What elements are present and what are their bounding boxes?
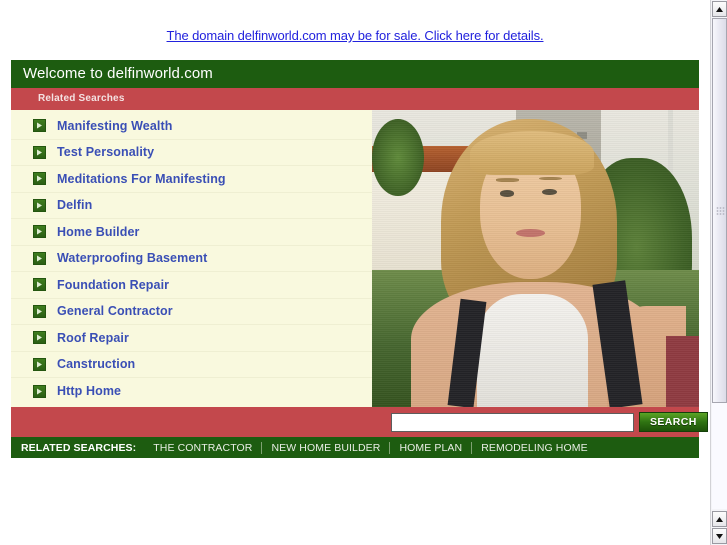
list-item[interactable]: Roof Repair	[11, 325, 372, 352]
arrow-right-icon	[33, 145, 46, 159]
arrow-right-icon	[33, 198, 46, 212]
list-item[interactable]: Home Builder	[11, 219, 372, 246]
scrollbar-track[interactable]	[712, 18, 727, 509]
browser-page: The domain delfinworld.com may be for sa…	[0, 0, 727, 545]
list-item-label: Foundation Repair	[57, 277, 170, 292]
list-item[interactable]: Meditations For Manifesting	[11, 166, 372, 193]
footer-link-new-home-builder[interactable]: NEW HOME BUILDER	[262, 442, 389, 454]
arrow-right-icon	[33, 251, 46, 265]
search-button[interactable]: SEARCH	[639, 412, 708, 432]
arrow-right-icon	[33, 304, 46, 318]
search-bar: SEARCH	[11, 407, 708, 437]
related-links-list: Manifesting Wealth Test Personality Medi…	[11, 110, 372, 407]
footer-related-searches: RELATED SEARCHES: THE CONTRACTOR NEW HOM…	[11, 437, 699, 458]
page-viewport: The domain delfinworld.com may be for sa…	[0, 0, 710, 545]
main-card: Welcome to delfinworld.com Related Searc…	[11, 60, 708, 458]
list-item[interactable]: General Contractor	[11, 299, 372, 325]
card-body: Manifesting Wealth Test Personality Medi…	[11, 110, 699, 407]
list-item-label: Home Builder	[57, 224, 140, 239]
scroll-down-arrow-icon[interactable]	[712, 528, 727, 544]
list-item-label: Canstruction	[57, 357, 136, 372]
list-item-label: Http Home	[57, 384, 122, 399]
footer-label: RELATED SEARCHES:	[21, 441, 137, 454]
arrow-right-icon	[33, 384, 46, 398]
list-item[interactable]: Test Personality	[11, 140, 372, 166]
list-item-label: Waterproofing Basement	[57, 251, 208, 266]
list-item[interactable]: Canstruction	[11, 352, 372, 378]
list-item-label: Delfin	[57, 198, 93, 213]
scroll-up-arrow-icon[interactable]	[712, 1, 727, 17]
search-form: SEARCH	[391, 412, 708, 432]
arrow-right-icon	[33, 119, 46, 133]
footer-link-remodeling-home[interactable]: REMODELING HOME	[472, 442, 597, 454]
arrow-right-icon	[33, 172, 46, 186]
list-item[interactable]: Http Home	[11, 378, 372, 405]
search-bar-spacer	[11, 407, 372, 437]
scroll-up-arrow-icon-bottom[interactable]	[712, 511, 727, 527]
arrow-right-icon	[33, 278, 46, 292]
list-item[interactable]: Delfin	[11, 193, 372, 219]
list-item-label: Manifesting Wealth	[57, 118, 173, 133]
sale-link-container: The domain delfinworld.com may be for sa…	[0, 0, 710, 53]
hero-photo	[372, 110, 699, 407]
scrollbar-grip-icon	[716, 206, 725, 215]
domain-for-sale-link[interactable]: The domain delfinworld.com may be for sa…	[167, 28, 544, 43]
vertical-scrollbar[interactable]	[710, 0, 727, 545]
arrow-right-icon	[33, 225, 46, 239]
footer-link-the-contractor[interactable]: THE CONTRACTOR	[144, 442, 261, 454]
footer-link-home-plan[interactable]: HOME PLAN	[390, 442, 471, 454]
list-item[interactable]: Manifesting Wealth	[11, 113, 372, 140]
list-item-label: Test Personality	[57, 145, 155, 160]
list-item[interactable]: Waterproofing Basement	[11, 246, 372, 272]
related-searches-header: Related Searches	[11, 88, 699, 110]
list-item-label: Roof Repair	[57, 330, 129, 345]
arrow-right-icon	[33, 357, 46, 371]
page-title: Welcome to delfinworld.com	[11, 60, 699, 88]
list-item-label: Meditations For Manifesting	[57, 171, 226, 186]
list-item[interactable]: Foundation Repair	[11, 272, 372, 299]
arrow-right-icon	[33, 331, 46, 345]
search-input[interactable]	[391, 412, 634, 432]
list-item-label: General Contractor	[57, 304, 173, 319]
scrollbar-thumb[interactable]	[712, 18, 727, 403]
